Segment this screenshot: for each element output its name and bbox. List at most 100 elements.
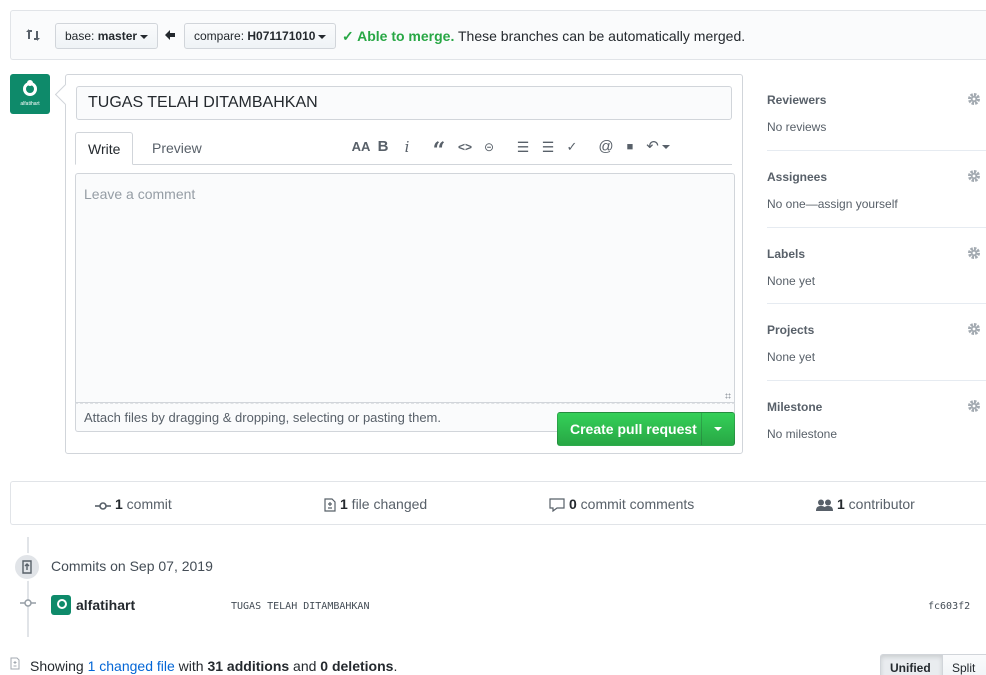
compare-branch-button[interactable]: compare: H071171010 (184, 23, 337, 49)
attach-files-text: Attach files by dragging & dropping, sel… (84, 410, 441, 425)
additions-count: 31 additions (207, 658, 290, 674)
diff-summary-with: with (174, 658, 208, 674)
arrow-left-icon (165, 30, 175, 40)
tabs-divider (76, 164, 732, 165)
avatar-label: alfatihart (20, 101, 40, 107)
compare-branch-name: H071171010 (247, 29, 316, 43)
commit-comments-stat[interactable]: 0 commit comments (549, 482, 694, 526)
create-pull-request-label: Create pull request (570, 421, 697, 437)
create-pull-request-button[interactable]: Create pull request (557, 412, 735, 446)
diff-summary-and: and (289, 658, 321, 674)
commits-label: commit (122, 496, 172, 512)
split-view-button[interactable]: Split (942, 654, 986, 675)
chevron-down-icon (714, 427, 722, 431)
comment-placeholder: Leave a comment (84, 186, 196, 202)
comments-count: 0 (569, 496, 577, 512)
people-icon (816, 499, 833, 511)
bold-icon[interactable]: B (376, 137, 390, 157)
code-icon[interactable]: <> (456, 137, 474, 157)
create-options-dropdown[interactable] (701, 413, 734, 445)
file-diff-icon (10, 657, 20, 670)
chevron-down-icon (318, 34, 327, 39)
sidebar-section-title: Labels (767, 247, 806, 261)
italic-icon[interactable]: i (400, 137, 414, 157)
commit-author-link[interactable]: alfatihart (76, 597, 135, 613)
comments-label: commit comments (576, 496, 695, 512)
mention-icon[interactable]: @ (598, 137, 614, 157)
base-prefix: base: (65, 29, 98, 43)
title-input[interactable]: TUGAS TELAH DITAMBAHKAN (76, 86, 732, 120)
repo-push-icon (13, 553, 41, 581)
unordered-list-icon[interactable]: ☰ (515, 137, 531, 157)
sidebar-section-value: No reviews (767, 120, 827, 134)
reply-icon-glyph: ↶ (646, 138, 659, 155)
files-changed-stat[interactable]: 1 file changed (324, 482, 427, 526)
diff-summary-prefix: Showing (30, 658, 88, 674)
sidebar-assignees[interactable]: Assignees No one—assign yourself (767, 151, 986, 228)
changed-files-link[interactable]: 1 changed file (88, 658, 175, 674)
avatar[interactable]: alfatihart (10, 74, 50, 114)
tab-write[interactable]: Write (75, 132, 134, 165)
task-list-icon[interactable]: ✓ (564, 137, 580, 157)
compare-icon (26, 29, 40, 41)
contributors-count: 1 (837, 496, 845, 512)
pull-request-form: TUGAS TELAH DITAMBAHKAN Write Preview AA… (65, 74, 743, 454)
stats-bar: 1 commit 1 file changed 0 commit comment… (10, 481, 986, 525)
gear-icon[interactable] (967, 92, 981, 106)
reply-icon[interactable]: ↶ (645, 137, 671, 157)
link-icon[interactable]: ⊝ (481, 137, 497, 157)
base-branch-name: master (97, 29, 138, 43)
files-label: file changed (347, 496, 428, 512)
files-count: 1 (340, 496, 348, 512)
sidebar-section-title: Reviewers (767, 93, 827, 107)
sidebar-section-value: No milestone (767, 427, 838, 441)
header-icon[interactable]: AA (351, 137, 371, 157)
sidebar-section-value: None yet (767, 274, 816, 288)
sidebar-labels[interactable]: Labels None yet (767, 228, 986, 305)
commit-icon (95, 502, 111, 510)
commit-author-avatar[interactable] (51, 595, 71, 615)
merge-status-text: These branches can be automatically merg… (454, 28, 746, 44)
comment-icon (549, 498, 565, 513)
chevron-down-icon (661, 145, 670, 150)
gear-icon[interactable] (967, 169, 981, 183)
sidebar-projects[interactable]: Projects None yet (767, 304, 986, 381)
deletions-count: 0 deletions (320, 658, 394, 674)
sidebar-section-value: No one—assign yourself (767, 197, 898, 211)
sidebar-reviewers[interactable]: Reviewers No reviews (767, 74, 986, 151)
file-diff-icon (324, 498, 336, 512)
tab-preview[interactable]: Preview (140, 132, 214, 165)
commit-group-title: Commits on Sep 07, 2019 (51, 558, 213, 574)
ordered-list-icon[interactable]: ☰ (540, 137, 556, 157)
gear-icon[interactable] (967, 322, 981, 336)
bookmark-icon[interactable]: ■ (623, 137, 637, 157)
sidebar-milestone[interactable]: Milestone No milestone (767, 381, 986, 458)
sidebar-section-title: Assignees (767, 170, 828, 184)
gear-icon[interactable] (967, 399, 981, 413)
compare-bar: base: master compare: H071171010 ✓ Able … (10, 10, 986, 60)
commits-stat[interactable]: 1 commit (95, 482, 172, 526)
base-branch-button[interactable]: base: master (55, 23, 159, 49)
comment-textarea[interactable]: Leave a comment (75, 173, 735, 403)
diff-summary-suffix: . (393, 658, 398, 674)
timeline-line (27, 537, 29, 637)
avatar-logo-icon (23, 80, 37, 96)
commits-count: 1 (115, 496, 123, 512)
sidebar-section-title: Milestone (767, 400, 823, 414)
resize-handle-icon[interactable] (725, 393, 731, 399)
gear-icon[interactable] (967, 246, 981, 260)
chevron-down-icon (140, 34, 149, 39)
merge-status: ✓ Able to merge. These branches can be a… (342, 28, 745, 45)
unified-view-button[interactable]: Unified (880, 654, 943, 675)
commit-sha-link[interactable]: fc603f2 (928, 601, 970, 612)
contributors-label: contributor (844, 496, 915, 512)
merge-ok-label: ✓ Able to merge. (342, 28, 455, 44)
commit-message-link[interactable]: TUGAS TELAH DITAMBAHKAN (231, 601, 369, 612)
commit-icon (20, 599, 36, 607)
contributors-stat[interactable]: 1 contributor (816, 482, 915, 526)
quote-icon[interactable]: “ (431, 137, 447, 164)
sidebar-section-value: None yet (767, 350, 816, 364)
sidebar-section-title: Projects (767, 323, 815, 337)
compare-prefix: compare: (194, 29, 248, 43)
diff-summary: Showing 1 changed file with 31 additions… (30, 658, 397, 674)
